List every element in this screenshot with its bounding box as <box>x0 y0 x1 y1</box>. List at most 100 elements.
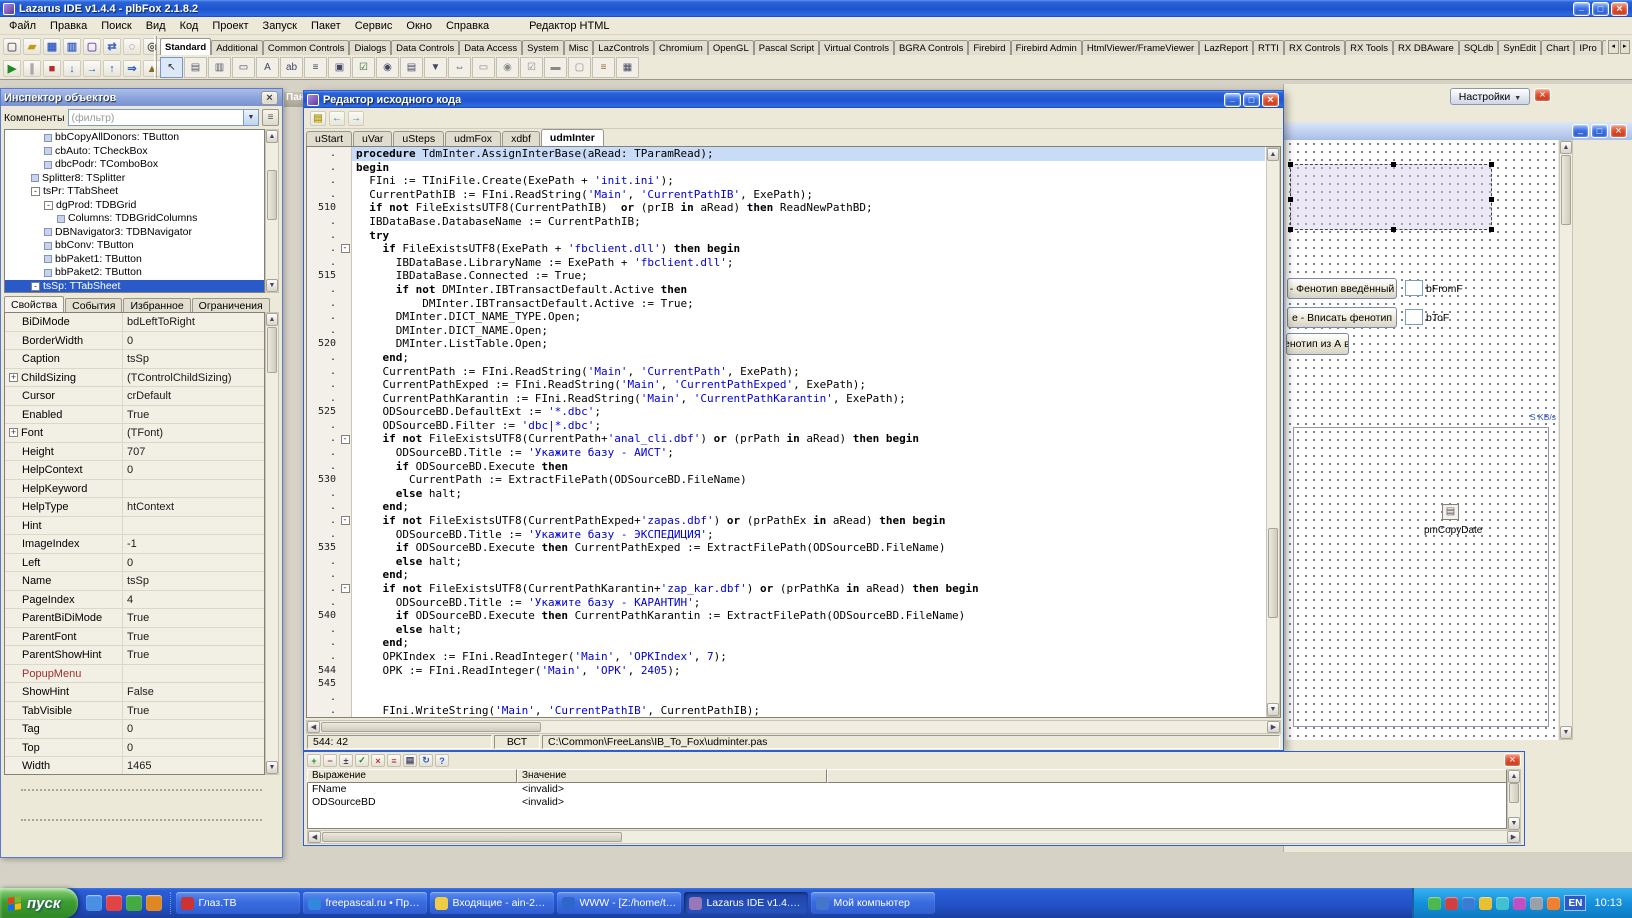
code-line[interactable]: . ODSourceBD.Filter := 'dbc|*.dbc'; <box>307 419 1265 433</box>
scroll-thumb[interactable] <box>1509 783 1519 803</box>
media-player-icon[interactable] <box>126 895 142 911</box>
property-row[interactable]: HelpTypehtContext <box>5 498 264 517</box>
selected-panel[interactable] <box>1290 164 1492 230</box>
jump-forward-icon[interactable]: → <box>348 111 364 126</box>
selection-handle[interactable] <box>1489 162 1494 167</box>
edit-watch-icon[interactable]: ± <box>339 754 353 767</box>
palette-scroll-right-icon[interactable] <box>1620 40 1631 54</box>
taskbar-task[interactable]: freepascal.ru • Прос... <box>303 892 427 914</box>
code-line[interactable]: . CurrentPathKarantin := FIni.ReadString… <box>307 392 1265 406</box>
property-value[interactable] <box>123 480 264 498</box>
property-value[interactable]: 0 <box>123 720 264 738</box>
editor-hscrollbar[interactable] <box>306 720 1281 734</box>
code-line[interactable]: . CurrentPathExped := FIni.ReadString('M… <box>307 378 1265 392</box>
memo-icon[interactable]: ≡ <box>304 57 327 78</box>
code-line[interactable]: . else halt; <box>307 487 1265 501</box>
scheduler-tray-icon[interactable] <box>1513 897 1526 910</box>
combo-dropdown-icon[interactable] <box>243 110 258 125</box>
scroll-right-icon[interactable] <box>1507 831 1520 843</box>
property-value[interactable]: tsSp <box>123 350 264 368</box>
palette-tab[interactable]: Additional <box>211 40 263 55</box>
form-edit-1[interactable] <box>1405 280 1423 296</box>
show-desktop-icon[interactable] <box>86 895 102 911</box>
popup-menu-component-icon[interactable] <box>1442 504 1459 520</box>
property-value[interactable]: crDefault <box>123 387 264 405</box>
palette-tab[interactable]: RX DBAware <box>1393 40 1459 55</box>
group-box-icon[interactable]: ▭ <box>472 57 495 78</box>
menu-item[interactable]: Запуск <box>256 18 304 34</box>
editor-tab[interactable]: xdbf <box>502 131 540 146</box>
palette-tab[interactable]: RX Controls <box>1284 40 1345 55</box>
antivirus-tray-icon[interactable] <box>1428 897 1441 910</box>
combo-box-icon[interactable]: ▼ <box>424 57 447 78</box>
new-form-icon[interactable]: ▢ <box>83 38 101 55</box>
code-line[interactable]: . DMInter.IBTransactDefault.Active := Tr… <box>307 297 1265 311</box>
start-button[interactable]: пуск <box>0 888 78 918</box>
palette-scroll-arrows[interactable] <box>1608 40 1630 54</box>
pause-icon[interactable]: ∥ <box>23 60 41 77</box>
palette-tab[interactable]: Dialogs <box>349 40 391 55</box>
palette-tab[interactable]: System <box>522 40 564 55</box>
menu-item[interactable]: Вид <box>139 18 173 34</box>
property-value[interactable]: False <box>123 683 264 701</box>
popup-menu-icon[interactable]: ▥ <box>208 57 231 78</box>
menu-item[interactable]: Сервис <box>348 18 400 34</box>
component-filter-combo[interactable]: (фильтр) <box>68 109 260 126</box>
code-line[interactable]: .- if FileExistsUTF8(ExePath + 'fbclient… <box>307 242 1265 256</box>
volume-tray-icon[interactable] <box>1496 897 1509 910</box>
property-row[interactable]: +Font(TFont) <box>5 424 264 443</box>
code-line[interactable]: 540 if ODSourceBD.Execute then CurrentPa… <box>307 609 1265 623</box>
property-row[interactable]: PageIndex4 <box>5 591 264 610</box>
cursor-icon[interactable]: ↖ <box>160 57 183 78</box>
tree-scrollbar[interactable] <box>265 129 279 293</box>
property-value[interactable]: 0 <box>123 332 264 350</box>
fold-collapse-icon[interactable]: - <box>341 516 350 525</box>
editor-minimize-button[interactable] <box>1224 93 1241 107</box>
palette-tab[interactable]: OpenGL <box>708 40 754 55</box>
stop-icon[interactable]: ■ <box>43 60 61 77</box>
keymap-icon[interactable]: ▤ <box>310 111 326 126</box>
watch-vscrollbar[interactable] <box>1507 769 1521 831</box>
property-value[interactable]: True <box>123 406 264 424</box>
component-tree-item[interactable]: bbPaket1: TButton <box>5 253 264 267</box>
fold-collapse-icon[interactable]: - <box>341 584 350 593</box>
toggle-form-unit-icon[interactable]: ⇄ <box>103 38 121 55</box>
save-icon[interactable]: ▦ <box>43 38 61 55</box>
taskbar-task[interactable]: Глаз.ТВ <box>176 892 300 914</box>
enable-watch-icon[interactable]: ✓ <box>355 754 369 767</box>
property-value[interactable]: True <box>123 646 264 664</box>
property-value[interactable]: 0 <box>123 554 264 572</box>
editor-tab[interactable]: udmInter <box>541 129 604 146</box>
code-line[interactable]: . ODSourceBD.Title := 'Укажите базу - ЭК… <box>307 528 1265 542</box>
palette-tab[interactable]: Data Access <box>459 40 522 55</box>
step-into-icon[interactable]: ↓ <box>63 60 81 77</box>
property-row[interactable]: BiDiModebdLeftToRight <box>5 313 264 332</box>
language-indicator[interactable]: EN <box>1564 895 1586 911</box>
property-row[interactable]: +ChildSizing(TControlChildSizing) <box>5 369 264 388</box>
scroll-right-icon[interactable] <box>1267 721 1280 733</box>
palette-tab[interactable]: LazControls <box>593 40 654 55</box>
property-row[interactable]: Tag0 <box>5 720 264 739</box>
palette-tab[interactable]: Chart <box>1541 40 1574 55</box>
property-value[interactable]: 1465 <box>123 757 264 775</box>
palette-tab[interactable]: HtmlViewer/FrameViewer <box>1082 40 1199 55</box>
code-line[interactable]: . ODSourceBD.Title := 'Укажите базу - АИ… <box>307 446 1265 460</box>
form-canvas[interactable]: - Фенотип введённый bFromF е - Вписать ф… <box>1286 140 1558 740</box>
palette-tab[interactable]: RTTI <box>1253 40 1284 55</box>
code-line[interactable]: 530 CurrentPath := ExtractFilePath(ODSou… <box>307 473 1265 487</box>
watch-row[interactable]: ODSourceBD<invalid> <box>308 796 1506 809</box>
menu-item[interactable]: Справка <box>439 18 496 34</box>
watch-close-button[interactable] <box>1504 753 1521 767</box>
property-row[interactable]: ImageIndex-1 <box>5 535 264 554</box>
menu-item[interactable]: Окно <box>399 18 439 34</box>
palette-tab[interactable]: Pascal Script <box>754 40 819 55</box>
scroll-thumb[interactable] <box>321 722 541 732</box>
code-line[interactable]: . else halt; <box>307 555 1265 569</box>
editor-tab[interactable]: uVar <box>353 131 392 146</box>
taskbar-task[interactable]: Мой компьютер <box>811 892 935 914</box>
settings-close-button[interactable] <box>1534 88 1551 102</box>
inspector-tab[interactable]: События <box>65 298 122 312</box>
property-row[interactable]: Top0 <box>5 739 264 758</box>
explorer-icon[interactable] <box>146 895 162 911</box>
toggle-box-icon[interactable]: ▣ <box>328 57 351 78</box>
